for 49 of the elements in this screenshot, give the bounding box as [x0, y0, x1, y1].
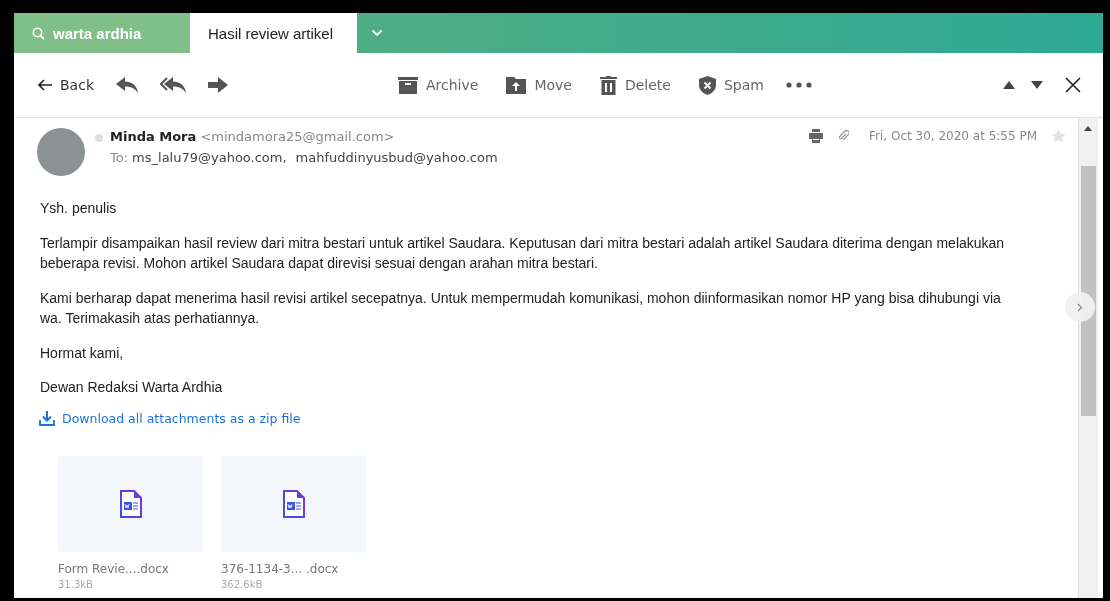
chevron-right-icon: [1077, 302, 1083, 312]
move-button[interactable]: Move: [506, 74, 572, 96]
attachment-size: 362.6kB: [221, 578, 264, 590]
forward-arrow-icon[interactable]: [208, 77, 228, 93]
archive-box-icon: [398, 76, 418, 94]
more-icon[interactable]: [785, 82, 812, 88]
message-tab[interactable]: Hasil review artikel: [190, 13, 357, 53]
attachment-tile[interactable]: [221, 455, 366, 552]
trash-icon: [599, 75, 617, 95]
star-icon[interactable]: [1051, 129, 1066, 143]
attachment-tile[interactable]: [58, 455, 203, 552]
chevron-down-icon[interactable]: [371, 29, 383, 37]
next-arrow-icon[interactable]: [1031, 81, 1043, 89]
scrollbar[interactable]: [1078, 118, 1098, 598]
paperclip-icon: [837, 129, 850, 143]
shield-icon: [698, 75, 716, 95]
attachment-name: Form Revie....docx: [58, 561, 170, 576]
word-document-icon: [282, 489, 305, 518]
recipient-email: mahfuddinyusbud@yahoo.com: [295, 150, 498, 165]
attachment-size: 31.3kB: [58, 578, 94, 590]
to-label: To:: [110, 150, 129, 165]
printer-icon[interactable]: [809, 129, 824, 143]
archive-button[interactable]: Archive: [398, 74, 479, 96]
word-document-icon: [119, 489, 142, 518]
body-paragraph: Terlampir disampaikan hasil review dari mitra bestari untuk artikel Saudara. Keputusan dari mitra bestari adalah artikel Saudara diterima dengan melakukan beberapa revisi. Mohon artikel Saudara dapat direvisi sesuai dengan arahan mitra bestari.: [40, 233, 1006, 273]
recipient-email: ms_lalu79@yahoo.com,: [132, 150, 287, 165]
scroll-up-arrow-icon[interactable]: [1084, 126, 1092, 131]
sender-name: Minda Mora: [110, 129, 197, 144]
body-paragraph: Dewan Redaksi Warta Ardhia: [40, 378, 224, 397]
search-icon: [32, 26, 45, 40]
spam-button[interactable]: Spam: [698, 73, 764, 97]
previous-arrow-icon[interactable]: [1003, 81, 1015, 89]
avatar-image: [37, 128, 85, 176]
body-paragraph: Hormat kami,: [40, 343, 125, 363]
body-paragraph: Ysh. penulis: [40, 199, 118, 218]
delete-button[interactable]: Delete: [599, 73, 671, 97]
message-date: Fri, Oct 30, 2020 at 5:55 PM: [869, 129, 1037, 143]
folder-arrow-icon: [506, 76, 527, 94]
status-dot: [95, 134, 103, 142]
sender-email: <mindamora25@gmail.com>: [200, 129, 395, 144]
attachment-name: 376-1134-3... .docx: [221, 561, 340, 576]
body-paragraph: Kami berharap dapat menerima hasil revisi artikel secepatnya. Untuk mempermudah komunikasi, mohon diinformasikan nomor HP yang bisa dihubungi via wa. Terimakasih atas perhatiannya.: [40, 288, 1002, 328]
reply-all-icon[interactable]: [160, 77, 186, 93]
close-icon[interactable]: [1065, 77, 1081, 93]
left-arrow-icon: [38, 79, 52, 91]
back-button[interactable]: Back: [38, 75, 94, 95]
download-link[interactable]: Download all attachments as a zip file: [39, 410, 301, 426]
download-icon: [39, 410, 55, 426]
reply-icon[interactable]: [116, 77, 138, 93]
